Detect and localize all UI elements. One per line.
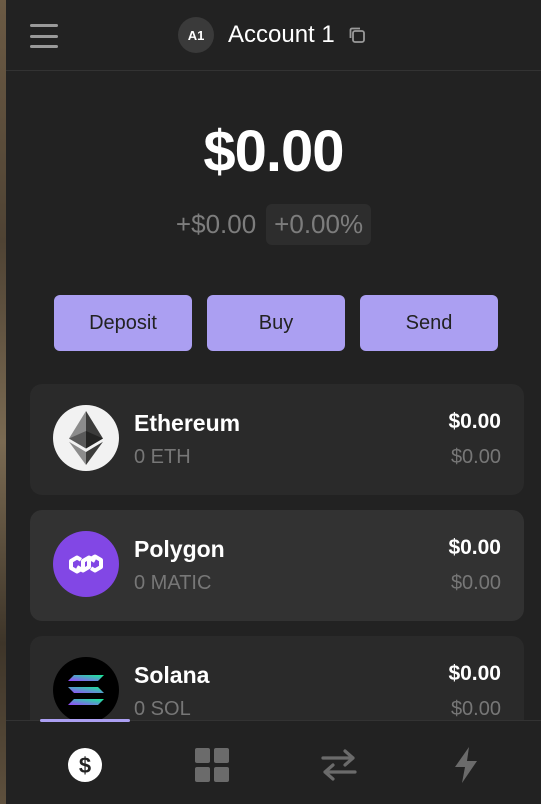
wallet-window: A1 Account 1 $0.00 +$0.00 +0.00% Deposit… [6, 0, 541, 804]
token-amount: 0 ETH [134, 446, 191, 468]
token-row-ethereum[interactable]: Ethereum 0 ETH $0.00 $0.00 [30, 384, 524, 495]
token-value: $0.00 [448, 536, 501, 559]
change-absolute: +$0.00 [175, 209, 257, 239]
token-change: $0.00 [450, 572, 501, 594]
send-button[interactable]: Send [360, 295, 498, 351]
token-amount: 0 MATIC [134, 572, 212, 594]
polygon-icon [53, 531, 119, 597]
balance-change: +$0.00 +0.00% [6, 204, 541, 245]
action-buttons: Deposit Buy Send [54, 295, 498, 351]
svg-text:$: $ [79, 753, 91, 778]
bottom-nav: $ [6, 719, 541, 804]
token-name: Ethereum [134, 410, 241, 436]
nav-activity-lightning-icon[interactable] [448, 747, 484, 783]
token-value: $0.00 [448, 662, 501, 685]
token-name: Polygon [134, 536, 225, 562]
token-row-polygon[interactable]: Polygon 0 MATIC $0.00 $0.00 [30, 510, 524, 621]
total-balance: $0.00 [203, 119, 344, 184]
buy-button[interactable]: Buy [207, 295, 345, 351]
token-name: Solana [134, 662, 210, 688]
ethereum-icon [53, 405, 119, 471]
change-percent: +0.00% [266, 204, 372, 245]
header: A1 Account 1 [6, 0, 541, 71]
nav-collectibles-grid-icon[interactable] [194, 747, 230, 783]
token-amount: 0 SOL [134, 698, 191, 720]
token-change: $0.00 [450, 446, 501, 468]
token-value: $0.00 [448, 410, 501, 433]
copy-icon[interactable] [347, 25, 367, 45]
nav-swap-icon[interactable] [321, 747, 357, 783]
account-name: Account 1 [228, 21, 335, 48]
menu-icon[interactable] [30, 24, 58, 48]
token-list: Ethereum 0 ETH $0.00 $0.00 Polygon 0 MAT… [30, 384, 524, 720]
active-tab-indicator [40, 719, 130, 722]
token-row-solana[interactable]: Solana 0 SOL $0.00 $0.00 [30, 636, 524, 720]
avatar: A1 [178, 17, 214, 53]
deposit-button[interactable]: Deposit [54, 295, 192, 351]
account-selector[interactable]: A1 Account 1 [178, 17, 367, 53]
nav-portfolio-dollar-icon[interactable]: $ [67, 747, 103, 783]
token-change: $0.00 [450, 698, 501, 720]
solana-icon [53, 657, 119, 720]
